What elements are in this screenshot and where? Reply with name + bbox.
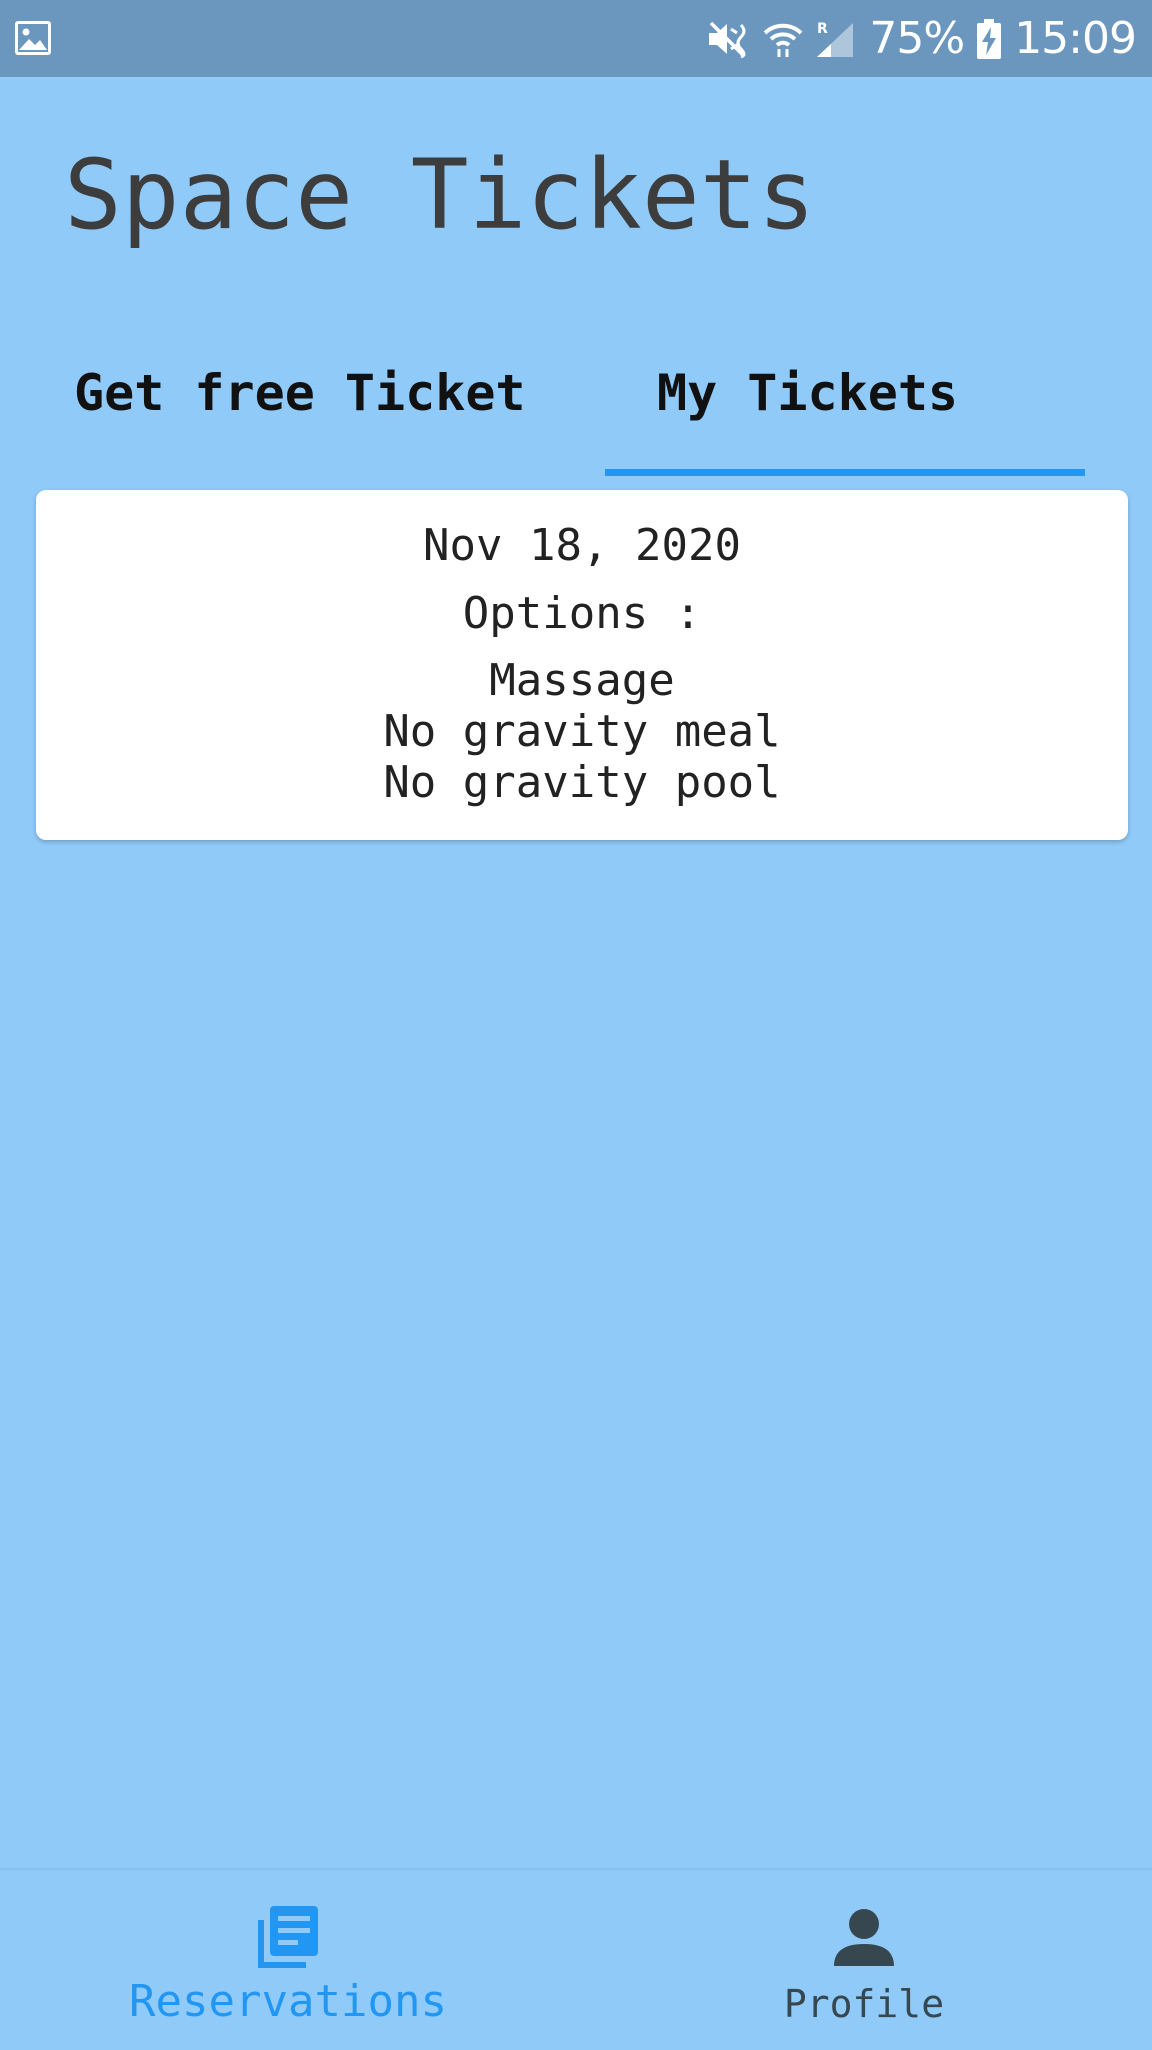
ticket-card[interactable]: Nov 18, 2020 Options : Massage No gravit…: [36, 490, 1128, 840]
tab-get-free-ticket[interactable]: Get free Ticket: [0, 340, 600, 480]
ticket-option: No gravity pool: [383, 757, 781, 808]
nav-label-reservations: Reservations: [129, 1976, 447, 2027]
gallery-notification-icon: [15, 21, 51, 55]
reservations-icon: [258, 1906, 318, 1968]
battery-charging-icon: [977, 18, 1002, 59]
tab-indicator: [605, 469, 1085, 476]
ticket-options-label: Options :: [462, 588, 702, 639]
nav-item-profile[interactable]: Profile: [576, 1870, 1152, 2050]
battery-percentage: 75%: [869, 13, 965, 64]
person-icon: [834, 1909, 894, 1966]
tab-my-tickets[interactable]: My Tickets: [605, 340, 1085, 480]
svg-text:R: R: [817, 21, 828, 37]
status-icons: R 75% 15:09: [707, 0, 1137, 77]
ticket-option: No gravity meal: [383, 706, 781, 757]
bottom-navigation: Reservations Profile: [0, 1868, 1152, 2050]
nav-item-reservations[interactable]: Reservations: [0, 1870, 576, 2050]
page-title: Space Tickets: [64, 139, 816, 251]
nav-label-profile: Profile: [783, 1982, 945, 2026]
ticket-option: Massage: [489, 655, 675, 706]
ticket-options-list: Massage No gravity meal No gravity pool: [36, 655, 1128, 808]
mute-icon: [709, 21, 746, 58]
status-bar: R 75% 15:09: [0, 0, 1152, 77]
tab-label: My Tickets: [657, 364, 959, 422]
signal-roaming-icon: R: [817, 21, 854, 57]
wifi-icon: [764, 23, 803, 57]
tab-bar: Get free Ticket My Tickets: [0, 340, 1152, 480]
ticket-date: Nov 18, 2020: [423, 520, 741, 571]
tab-label: Get free Ticket: [74, 364, 526, 422]
clock: 15:09: [1014, 13, 1137, 64]
